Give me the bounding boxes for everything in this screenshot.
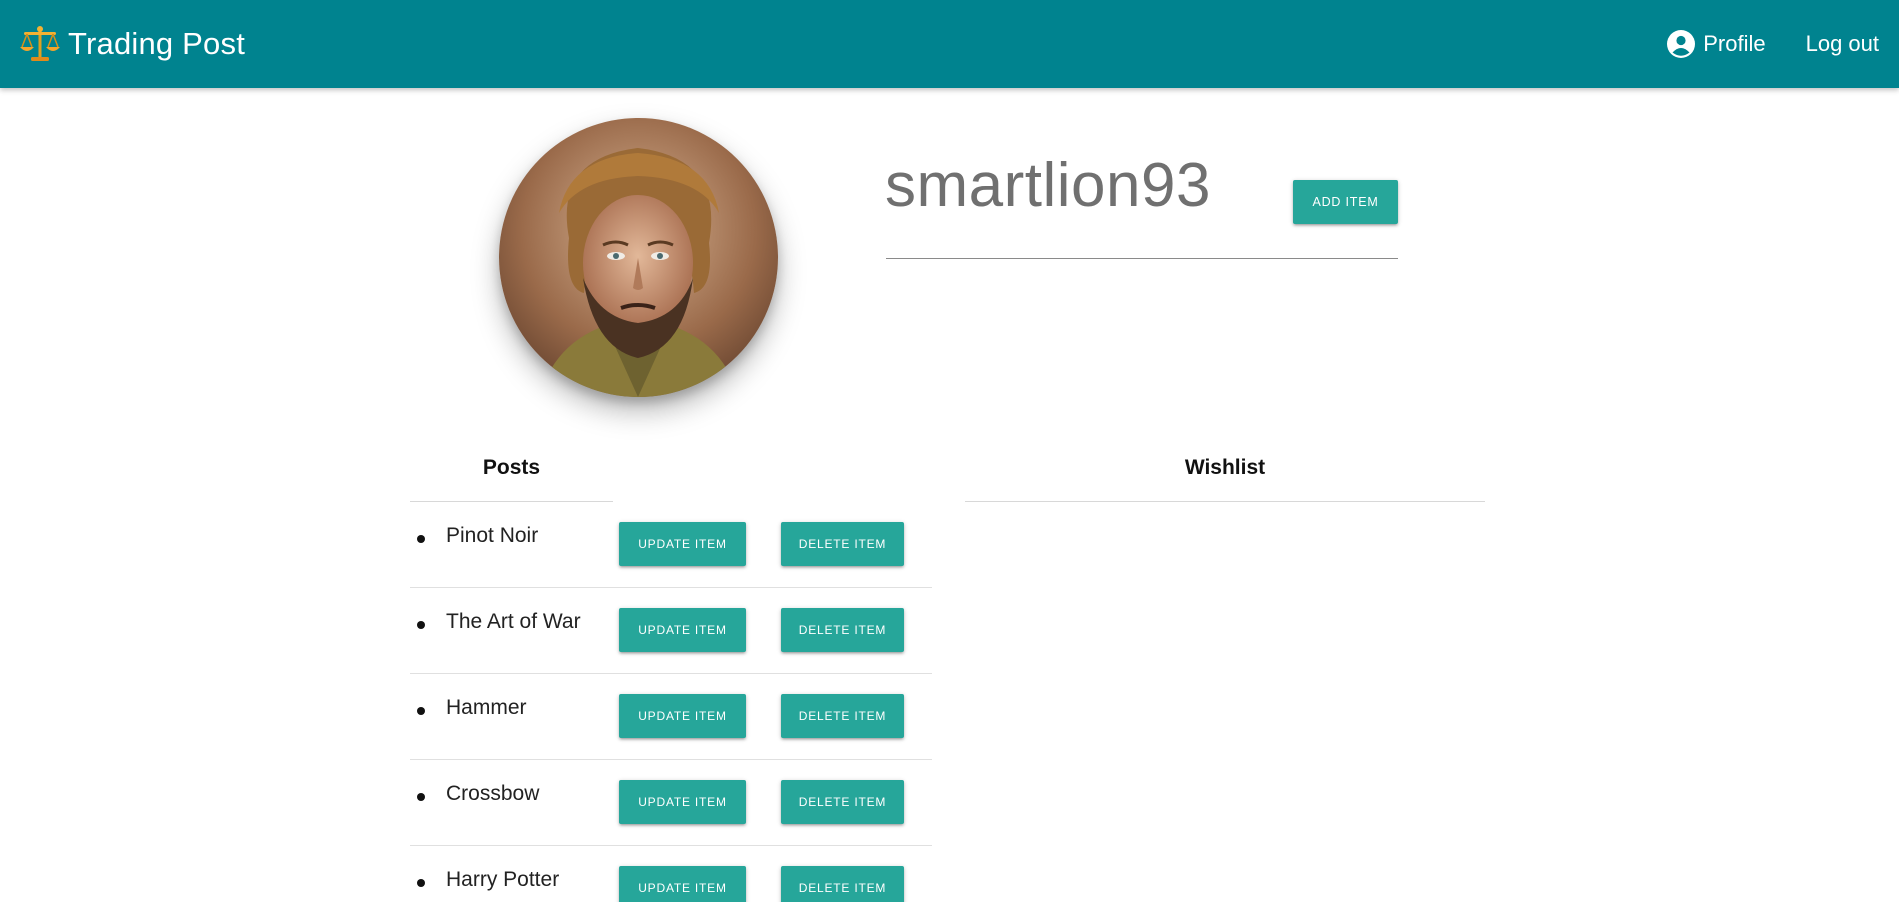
avatar [499, 118, 778, 397]
brand-link[interactable]: Trading Post [18, 0, 245, 88]
account-circle-icon [1667, 30, 1696, 58]
list-item: Hammer UPDATE ITEM DELETE ITEM [410, 674, 932, 760]
delete-item-button[interactable]: DELETE ITEM [781, 866, 904, 902]
delete-item-button[interactable]: DELETE ITEM [781, 694, 904, 738]
bullet [417, 879, 425, 887]
logout-link-label: Log out [1805, 31, 1879, 56]
bullet [417, 793, 425, 801]
profile-link[interactable]: Profile [1666, 29, 1766, 59]
post-item-name: Pinot Noir [446, 524, 539, 547]
update-item-button[interactable]: UPDATE ITEM [619, 608, 746, 652]
list-item: Crossbow UPDATE ITEM DELETE ITEM [410, 760, 932, 846]
update-item-button[interactable]: UPDATE ITEM [619, 694, 746, 738]
posts-heading: Posts [482, 456, 541, 479]
post-item-name: Hammer [446, 696, 527, 719]
bullet [417, 707, 425, 715]
delete-item-button[interactable]: DELETE ITEM [781, 780, 904, 824]
delete-item-button[interactable]: DELETE ITEM [781, 608, 904, 652]
post-item-name: The Art of War [446, 610, 581, 633]
list-item: Harry Potter UPDATE ITEM DELETE ITEM [410, 846, 932, 902]
update-item-button[interactable]: UPDATE ITEM [619, 866, 746, 902]
delete-item-button[interactable]: DELETE ITEM [781, 522, 904, 566]
update-item-button[interactable]: UPDATE ITEM [619, 522, 746, 566]
scales-icon [20, 26, 60, 61]
post-item-name: Crossbow [446, 782, 540, 805]
logout-link[interactable]: Log out [1806, 31, 1879, 57]
add-item-button[interactable]: ADD ITEM [1293, 180, 1398, 224]
profile-photo [499, 118, 778, 397]
top-navbar: Trading Post Profile Log out [0, 0, 1899, 88]
bullet [417, 621, 425, 629]
profile-link-label: Profile [1703, 31, 1766, 56]
update-item-button[interactable]: UPDATE ITEM [619, 780, 746, 824]
wishlist-heading: Wishlist [1184, 456, 1266, 479]
wishlist-heading-divider [965, 501, 1485, 502]
list-item: Pinot Noir UPDATE ITEM DELETE ITEM [410, 502, 932, 588]
username-heading: smartlion93 [885, 151, 1211, 220]
bullet [417, 535, 425, 543]
username-divider [886, 258, 1398, 259]
nav-links: Profile Log out [1626, 0, 1879, 88]
post-item-name: Harry Potter [446, 868, 560, 891]
brand-title: Trading Post [68, 26, 246, 61]
list-item: The Art of War UPDATE ITEM DELETE ITEM [410, 588, 932, 674]
